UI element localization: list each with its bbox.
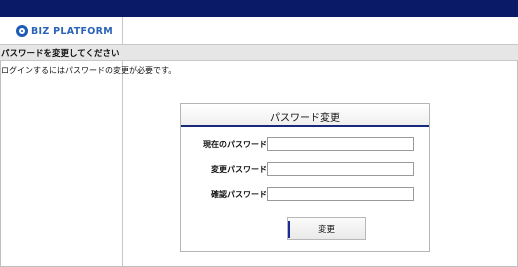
column-divider <box>122 61 123 267</box>
logo-cell: BIZ PLATFORM <box>0 17 123 45</box>
header: BIZ PLATFORM <box>0 17 518 45</box>
confirm-password-label: 確認パスワード <box>211 190 267 199</box>
logo-text: BIZ PLATFORM <box>31 25 114 37</box>
notice-text: ログインするにはパスワードの変更が必要です。 <box>1 66 177 75</box>
confirm-password-input[interactable] <box>267 187 414 201</box>
current-password-label: 現在のパスワード <box>203 140 267 149</box>
logo-mark-icon <box>16 25 28 37</box>
logo: BIZ PLATFORM <box>16 24 113 38</box>
dialog-header: パスワード変更 <box>181 104 429 127</box>
new-password-label: 変更パスワード <box>211 165 267 174</box>
current-password-input[interactable] <box>267 137 414 151</box>
top-bar <box>0 0 518 17</box>
password-change-dialog: パスワード変更 現在のパスワード 変更パスワード 確認パスワード 変更 <box>180 103 430 252</box>
dialog-title: パスワード変更 <box>270 113 340 124</box>
new-password-input[interactable] <box>267 162 414 176</box>
page-title-bar: パスワードを変更してください <box>0 45 518 61</box>
change-password-button[interactable]: 変更 <box>287 217 366 240</box>
page-title: パスワードを変更してください <box>1 49 120 59</box>
